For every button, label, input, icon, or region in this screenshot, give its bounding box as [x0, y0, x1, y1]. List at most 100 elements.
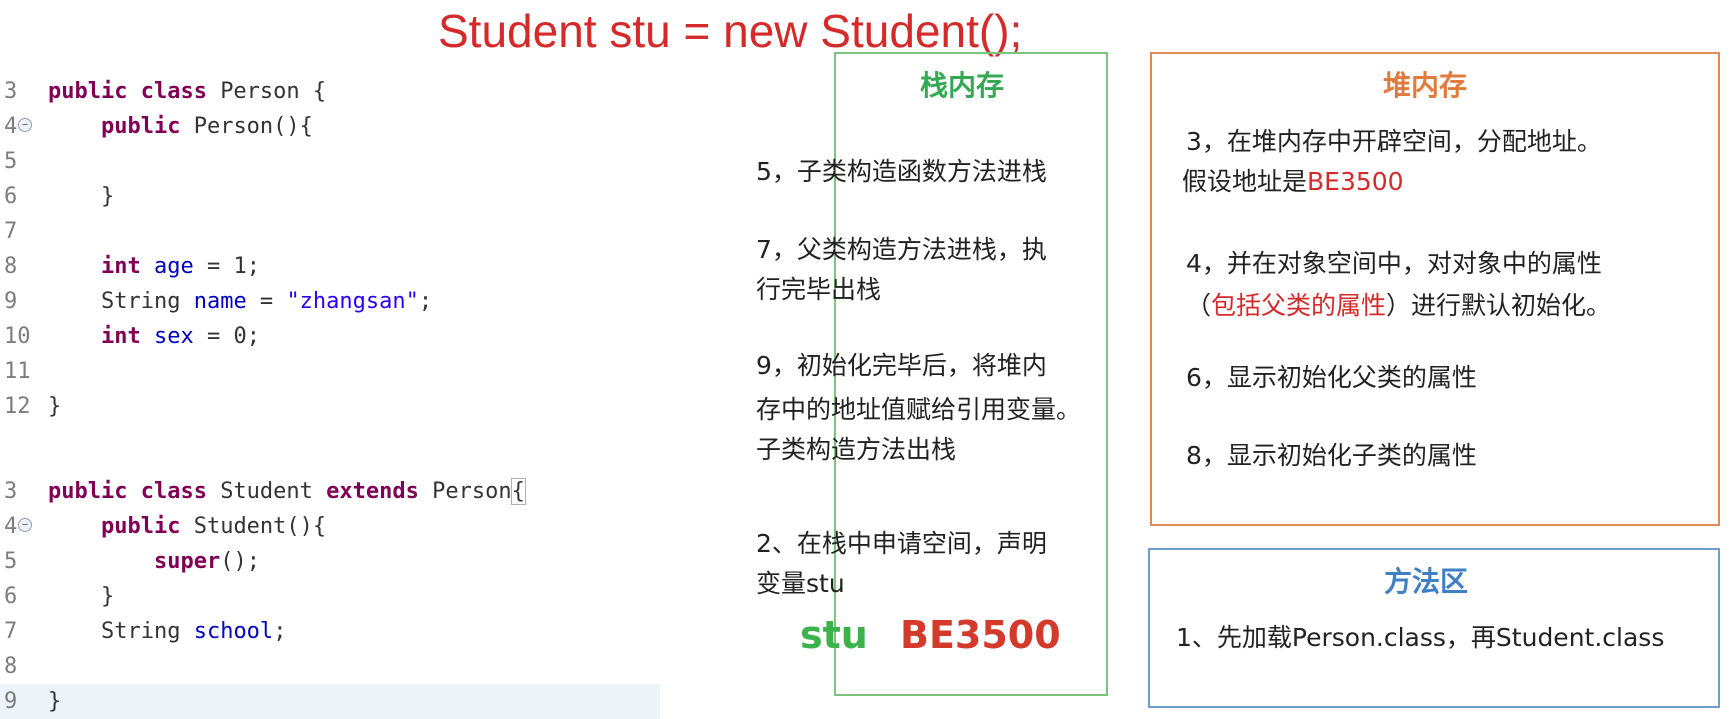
code-token: ;	[273, 619, 287, 644]
code-line: 4− public Person(){	[0, 109, 660, 144]
code-token: ();	[220, 549, 260, 574]
method-area-title: 方法区	[1384, 565, 1469, 598]
student-class-code: 3 public class Student extends Person{4− …	[0, 474, 660, 719]
code-line: 6 }	[0, 179, 660, 214]
heap-step-4-line2: （包括父类的属性）进行默认初始化。	[1186, 291, 1612, 320]
code-text: }	[48, 389, 61, 424]
code-text: }	[48, 179, 114, 214]
code-token: super	[153, 549, 221, 574]
code-token: public	[100, 114, 194, 139]
code-token: name	[193, 289, 247, 314]
line-number: 10	[4, 324, 31, 349]
line-number: 9	[4, 289, 18, 314]
line-number: 12	[4, 394, 31, 419]
code-line: 5	[0, 144, 660, 179]
code-text: super();	[48, 544, 260, 579]
code-line: 8	[0, 649, 660, 684]
code-token: =	[246, 289, 287, 314]
code-line: 6 }	[0, 579, 660, 614]
code-text: public Person(){	[48, 109, 313, 144]
code-token: {	[510, 478, 526, 505]
code-token: extends	[326, 479, 433, 504]
heap-step-6: 6，显示初始化父类的属性	[1186, 363, 1477, 392]
line-number: 5	[4, 149, 18, 174]
heap-address-text: BE3500	[1307, 167, 1404, 196]
stack-step-7-line2: 行完毕出栈	[756, 275, 882, 304]
code-text: public class Student extends Person{	[48, 474, 526, 509]
code-line: 11	[0, 354, 660, 389]
code-line: 3 public class Student extends Person{	[0, 474, 660, 509]
stack-variable-address: BE3500	[900, 613, 1061, 657]
stack-variable-name: stu	[800, 613, 868, 657]
code-token: public class	[48, 479, 221, 504]
code-token: }	[48, 394, 62, 419]
stack-step-9-line2: 存中的地址值赋给引用变量。	[756, 395, 1082, 424]
heap-memory-title: 堆内存	[1383, 69, 1468, 102]
line-number: 3	[4, 479, 18, 504]
code-token: Student	[220, 479, 327, 504]
fold-toggle-icon[interactable]: −	[18, 118, 32, 132]
code-text: int sex = 0;	[48, 319, 260, 354]
code-text: }	[48, 579, 114, 614]
line-number: 7	[4, 619, 18, 644]
code-token: public	[100, 514, 194, 539]
line-number: 8	[4, 254, 18, 279]
stack-memory-title: 栈内存	[920, 69, 1005, 102]
line-number: 5	[4, 549, 18, 574]
stack-step-9-line3: 子类构造方法出栈	[756, 435, 957, 464]
code-line: 5 super();	[0, 544, 660, 579]
stack-step-2-line1: 2、在栈中申请空间，声明	[756, 529, 1047, 558]
heap-step-3-line2: 假设地址是BE3500	[1182, 167, 1404, 196]
person-class-code: 3 public class Person {4− public Person()…	[0, 74, 660, 424]
code-token: Person	[432, 479, 512, 504]
code-token: }	[48, 584, 115, 609]
code-token: = 0;	[193, 324, 260, 349]
line-number: 7	[4, 219, 18, 244]
stack-step-9-line1: 9，初始化完毕后，将堆内	[756, 351, 1047, 380]
stack-step-5: 5，子类构造函数方法进栈	[756, 157, 1047, 186]
heap-step-3-line1: 3，在堆内存中开辟空间，分配地址。	[1186, 127, 1602, 156]
code-token: = 1;	[193, 254, 260, 279]
code-token: String	[48, 289, 194, 314]
code-line: 3 public class Person {	[0, 74, 660, 109]
code-line: 12}	[0, 389, 660, 424]
code-token: Person {	[220, 79, 327, 104]
fold-toggle-icon[interactable]: −	[18, 518, 32, 532]
code-token: int	[100, 324, 154, 349]
code-token: school	[193, 619, 274, 644]
code-token: "zhangsan"	[286, 289, 419, 314]
line-number: 8	[4, 654, 18, 679]
method-area-step-1: 1、先加载Person.class，再Student.class	[1176, 623, 1665, 652]
code-line: 8 int age = 1;	[0, 249, 660, 284]
code-text: public class Person {	[48, 74, 326, 109]
line-number: 11	[4, 359, 31, 384]
code-text: public Student(){	[48, 509, 326, 544]
code-line: 7	[0, 214, 660, 249]
heap-step-8: 8，显示初始化子类的属性	[1186, 441, 1477, 470]
code-token: age	[153, 254, 194, 279]
code-token: String	[48, 619, 194, 644]
code-text: int age = 1;	[48, 249, 260, 284]
code-text: String name = "zhangsan";	[48, 284, 432, 319]
stack-step-7-line1: 7，父类构造方法进栈，执	[756, 235, 1047, 264]
line-number: 6	[4, 184, 18, 209]
line-number: 6	[4, 584, 18, 609]
stack-step-2-line2: 变量stu	[756, 569, 845, 598]
code-text: String school;	[48, 614, 286, 649]
code-token: }	[48, 184, 115, 209]
heap-parent-attrs-text: 包括父类的属性	[1211, 291, 1387, 320]
code-token: }	[48, 689, 62, 714]
code-token: ;	[418, 289, 433, 314]
code-line: 7 String school;	[0, 614, 660, 649]
code-token: sex	[153, 324, 194, 349]
code-line: 9 String name = "zhangsan";	[0, 284, 660, 319]
code-line: 4− public Student(){	[0, 509, 660, 544]
code-line: 10 int sex = 0;	[0, 319, 660, 354]
code-token: Person(){	[193, 114, 313, 139]
code-token: Student(){	[193, 514, 327, 539]
